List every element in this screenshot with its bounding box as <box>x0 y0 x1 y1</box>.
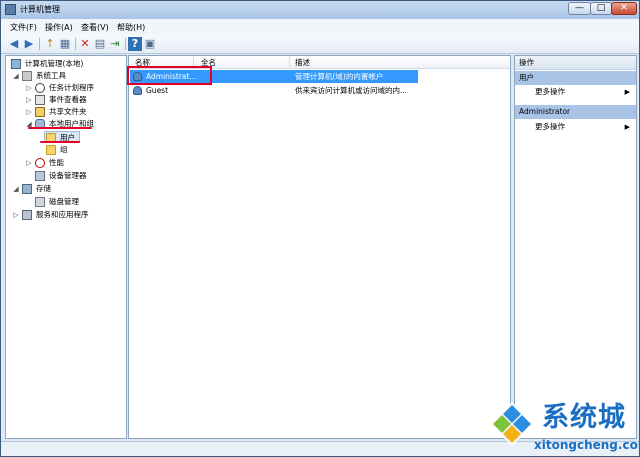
table-row-guest[interactable]: Guest 供来宾访问计算机或访问域的内... <box>130 84 419 97</box>
back-arrow-icon[interactable]: ◀ <box>7 37 21 51</box>
actions-title: 操作 <box>515 56 636 70</box>
clock-icon <box>35 83 45 93</box>
close-button[interactable]: ✕ <box>611 2 637 15</box>
tools-icon <box>22 71 32 81</box>
menu-help[interactable]: 帮助(H) <box>117 22 145 33</box>
watermark-logo-icon <box>490 402 534 446</box>
performance-icon <box>35 158 45 168</box>
menu-view[interactable]: 查看(V) <box>81 22 109 33</box>
services-icon <box>22 210 32 220</box>
expand-arrow-icon[interactable]: ▷ <box>25 106 33 118</box>
column-divider[interactable] <box>289 56 290 69</box>
window-title: 计算机管理 <box>20 5 60 14</box>
toolbar: ◀ ▶ ↑ ▦ ✕ ▤ ⇥ ? ▣ <box>1 35 639 54</box>
more-actions-administrator[interactable]: 更多操作 ▶ <box>515 120 636 134</box>
submenu-arrow-icon: ▶ <box>624 88 630 96</box>
cell-description: 管理计算机(域)的内置帐户 <box>295 72 384 81</box>
cell-name: Guest <box>146 86 169 95</box>
navigation-tree: 计算机管理(本地) ◢ 系统工具 ▷ 任务计划程序 ▷ 事件查看器 ▷ 共享文件… <box>5 55 127 439</box>
expand-arrow-icon[interactable]: ▷ <box>25 157 33 169</box>
toolbar-separator <box>125 38 126 50</box>
device-manager-icon <box>35 171 45 181</box>
computer-icon <box>11 59 21 69</box>
computer-management-icon <box>5 4 16 15</box>
more-actions-label: 更多操作 <box>535 122 565 131</box>
annotation-underline <box>40 141 80 143</box>
title-bar[interactable]: 计算机管理 — □ ✕ <box>1 1 639 19</box>
minimize-button[interactable]: — <box>568 2 591 15</box>
user-list: 名称 全名 描述 Administrat... 管理计算机(域)的内置帐户 Gu… <box>128 55 511 439</box>
up-folder-icon[interactable]: ↑ <box>43 37 57 51</box>
expand-arrow-icon[interactable]: ▷ <box>25 82 33 94</box>
annotation-highlight-box <box>127 66 212 85</box>
export-list-icon[interactable]: ⇥ <box>108 37 122 51</box>
watermark: 系统城 xitongcheng.com <box>488 400 640 456</box>
actions-pane: 操作 用户 更多操作 ▶ Administrator 更多操作 ▶ <box>514 55 637 439</box>
collapse-arrow-icon[interactable]: ◢ <box>12 70 20 82</box>
watermark-url: xitongcheng.com <box>534 438 640 452</box>
user-icon <box>133 86 142 95</box>
computer-management-window: 计算机管理 — □ ✕ 文件(F) 操作(A) 查看(V) 帮助(H) ◀ ▶ … <box>0 0 640 457</box>
delete-icon[interactable]: ✕ <box>78 37 92 51</box>
actions-section-users[interactable]: 用户 <box>515 71 636 85</box>
expand-arrow-icon[interactable]: ▷ <box>25 94 33 106</box>
view-pane-icon[interactable]: ▣ <box>143 37 157 51</box>
folder-icon <box>46 145 56 155</box>
help-icon[interactable]: ? <box>128 37 142 51</box>
event-log-icon <box>35 95 45 105</box>
cell-description: 供来宾访问计算机或访问域的内... <box>295 86 408 95</box>
annotation-underline <box>28 127 92 129</box>
forward-arrow-icon[interactable]: ▶ <box>22 37 36 51</box>
more-actions-label: 更多操作 <box>535 87 565 96</box>
column-header-description[interactable]: 描述 <box>295 57 310 68</box>
disk-icon <box>35 197 45 207</box>
expand-arrow-icon[interactable]: ▷ <box>12 209 20 221</box>
watermark-title: 系统城 <box>542 402 626 433</box>
more-actions-users[interactable]: 更多操作 ▶ <box>515 85 636 99</box>
storage-icon <box>22 184 32 194</box>
properties-icon[interactable]: ▤ <box>93 37 107 51</box>
share-folder-icon <box>35 107 45 117</box>
menu-bar: 文件(F) 操作(A) 查看(V) 帮助(H) <box>1 19 639 35</box>
menu-file[interactable]: 文件(F) <box>10 22 37 33</box>
actions-section-administrator[interactable]: Administrator <box>515 105 636 119</box>
collapse-arrow-icon[interactable]: ◢ <box>12 183 20 195</box>
toolbar-separator <box>75 38 76 50</box>
menu-action[interactable]: 操作(A) <box>45 22 73 33</box>
submenu-arrow-icon: ▶ <box>624 123 630 131</box>
toolbar-separator <box>39 38 40 50</box>
maximize-button[interactable]: □ <box>590 2 612 15</box>
show-hide-tree-icon[interactable]: ▦ <box>58 37 72 51</box>
